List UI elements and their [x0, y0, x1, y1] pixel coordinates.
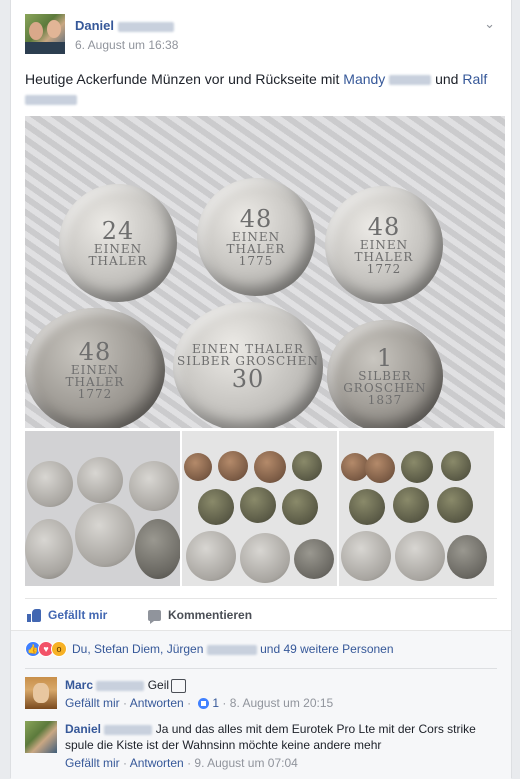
coin-24-thaler: 24 EINEN THALER: [59, 184, 177, 302]
photo-thumbnail-3[interactable]: [339, 431, 494, 586]
comment-timestamp[interactable]: 9. August um 07:04: [194, 756, 297, 770]
thumbs-up-emoji-icon: [171, 678, 187, 693]
comment-item: Daniel x Ja und das alles mit dem Eurote…: [25, 721, 497, 777]
coin-48-thaler-1772: 48 EINEN THALER 1772: [325, 186, 443, 304]
coin-48-thaler-1775: 48 EINEN THALER 1775: [197, 178, 315, 296]
redacted-surname: x: [118, 21, 175, 32]
author-avatar[interactable]: [25, 14, 65, 54]
like-count-icon: [198, 698, 210, 710]
wow-reaction-icon: o: [51, 641, 67, 657]
reactions-text[interactable]: Du, Stefan Diem, Jürgen x und 49 weitere…: [72, 642, 394, 656]
coin-48-thaler-worn: 48 EINEN THALER 1772: [25, 308, 165, 428]
commenter-avatar[interactable]: [25, 721, 57, 753]
comment-bubble-icon: [148, 609, 161, 624]
divider: [25, 668, 497, 669]
comment-like-link[interactable]: Gefällt mir: [65, 696, 120, 710]
chevron-down-icon[interactable]: ⌄: [484, 16, 495, 32]
photo-thumbnail-1[interactable]: [25, 431, 180, 586]
comment-button[interactable]: Kommentieren: [148, 608, 252, 624]
commenter-name[interactable]: Marc x: [65, 678, 145, 692]
post-card: Danielx 6. August um 16:38 ⌄ Heutige Ack…: [10, 0, 512, 779]
comment-timestamp[interactable]: 8. August um 20:15: [230, 696, 333, 710]
coin-silbergroschen-1837: 1 SILBER GROSCHEN 1837: [327, 320, 443, 428]
thumbs-up-icon: [27, 608, 41, 622]
like-button[interactable]: Gefällt mir: [27, 608, 107, 622]
comment-reply-link[interactable]: Antworten: [130, 756, 184, 770]
feedback-section: 👍 ♥ o Du, Stefan Diem, Jürgen x und 49 w…: [11, 630, 511, 779]
post-header: Danielx 6. August um 16:38 ⌄: [25, 14, 495, 58]
comment-like-link[interactable]: Gefällt mir: [65, 756, 120, 770]
post-timestamp[interactable]: 6. August um 16:38: [75, 38, 178, 52]
coin-silbergroschen: EINEN THALER SILBER GROSCHEN 30: [173, 302, 323, 428]
commenter-name[interactable]: Daniel x: [65, 722, 153, 736]
commenter-avatar[interactable]: [25, 677, 57, 709]
post-actions-bar: Gefällt mir Kommentieren: [25, 598, 497, 629]
comment-reply-link[interactable]: Antworten: [130, 696, 184, 710]
comment-text: Geil: [147, 678, 170, 692]
reactions-summary[interactable]: 👍 ♥ o Du, Stefan Diem, Jürgen x und 49 w…: [25, 641, 394, 657]
comment-item: Marc x Geil Gefällt mir · Antworten · 1 …: [25, 677, 497, 717]
comment-like-count[interactable]: 1: [212, 696, 219, 710]
author-name[interactable]: Danielx: [75, 18, 175, 33]
main-photo[interactable]: 24 EINEN THALER 48 EINEN THALER 1775 48 …: [25, 116, 505, 428]
photo-thumbnail-2[interactable]: [182, 431, 337, 586]
mention-mandy[interactable]: Mandy x: [343, 71, 432, 87]
post-text: Heutige Ackerfunde Münzen vor und Rückse…: [25, 70, 497, 108]
